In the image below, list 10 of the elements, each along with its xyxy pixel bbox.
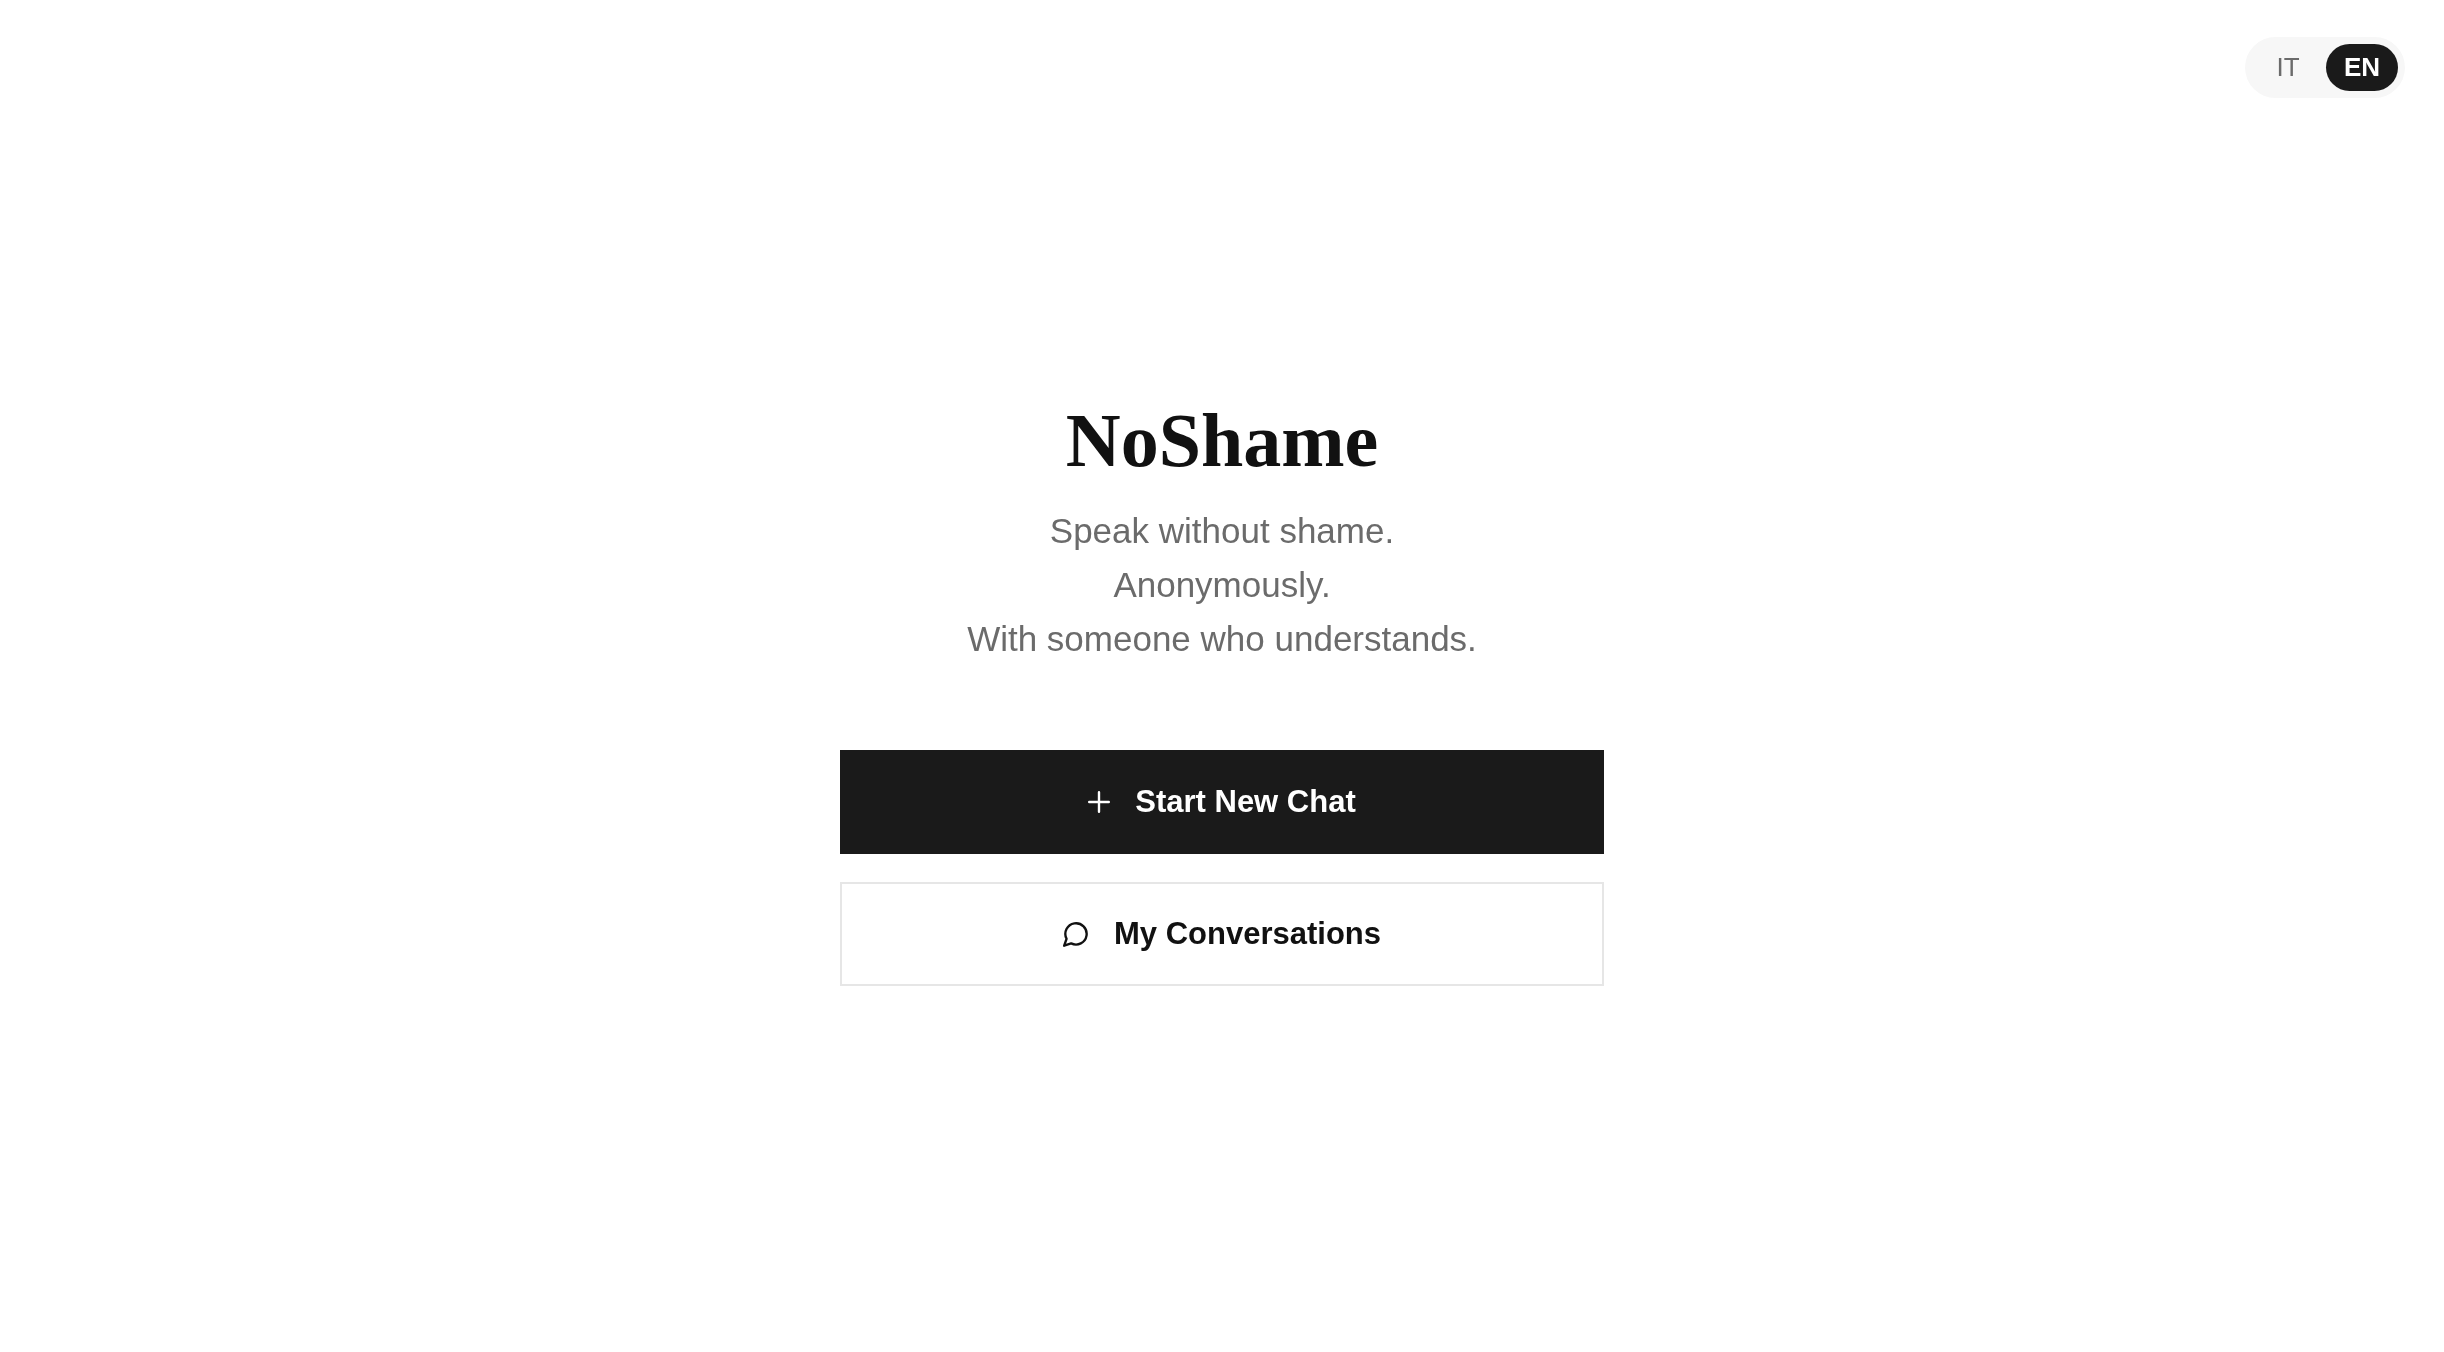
speech-bubble-icon (1063, 921, 1089, 947)
tagline-line: Speak without shame. (1049, 510, 1395, 552)
conversations-button[interactable]: My Conversations (840, 882, 1604, 986)
tagline-line: With someone who understands. (967, 618, 1477, 660)
language-option[interactable]: IT (2252, 44, 2324, 91)
tagline-line: Anonymously. (1113, 564, 1331, 606)
language-option[interactable]: EN (2326, 44, 2398, 91)
start-chat-button[interactable]: Start New Chat (840, 750, 1604, 854)
app-title: NoShame (1065, 397, 1379, 484)
plus-icon (1088, 791, 1111, 813)
